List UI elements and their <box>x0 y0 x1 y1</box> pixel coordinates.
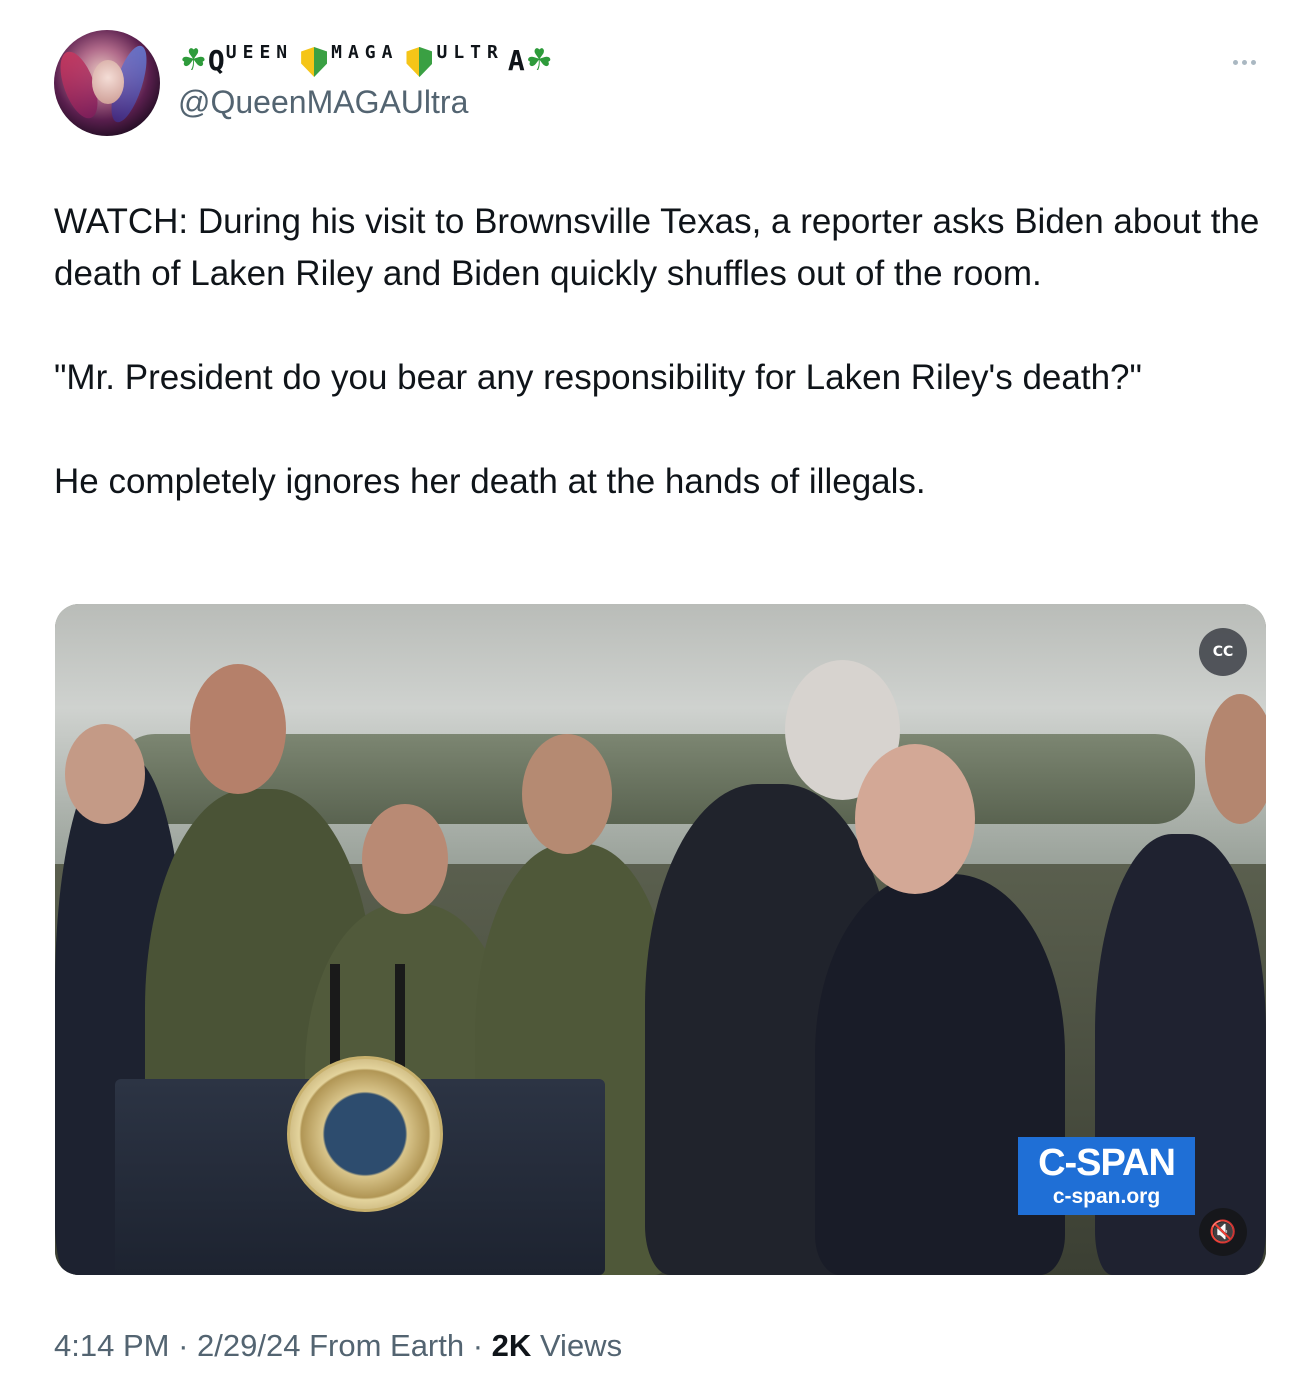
shamrock-icon: ☘ <box>525 42 554 78</box>
closed-captions-off-icon: CC <box>1212 644 1234 660</box>
cspan-url: c-span.org <box>1052 1185 1161 1208</box>
presidential-seal-icon <box>287 1056 443 1212</box>
separator: · <box>472 1328 492 1363</box>
video-frame-person-head <box>522 734 612 854</box>
volume-muted-icon: 🔇 <box>1209 1219 1237 1245</box>
user-handle[interactable]: @QueenMAGAUltra <box>178 84 468 121</box>
video-frame-person-head <box>362 804 448 914</box>
views-label: Views <box>539 1328 623 1363</box>
cspan-watermark: C-SPAN c-span.org <box>1018 1137 1195 1215</box>
tweet-source: From Earth <box>309 1328 465 1363</box>
more-horizontal-icon <box>1250 59 1256 65</box>
video-frame-person-head <box>855 744 975 894</box>
cspan-logo: C-SPAN <box>1038 1142 1176 1184</box>
more-options-button[interactable] <box>1224 50 1264 74</box>
shamrock-icon: ☘ <box>180 42 208 78</box>
video-player[interactable]: C-SPAN c-span.org CC 🔇 <box>55 604 1266 1275</box>
separator: · <box>178 1328 198 1363</box>
video-frame-person-head <box>190 664 286 794</box>
more-horizontal-icon <box>1241 59 1247 65</box>
tweet-date[interactable]: 2/29/24 <box>197 1328 300 1363</box>
display-name-part: A <box>507 43 526 77</box>
display-name-part: ULTR <box>436 41 504 63</box>
tweet-time[interactable]: 4:14 PM <box>54 1328 169 1363</box>
display-name-part: Q <box>207 43 226 77</box>
display-name-part: MAGA <box>331 41 399 63</box>
tweet-text: WATCH: During his visit to Brownsville T… <box>54 196 1274 508</box>
more-horizontal-icon <box>1232 59 1238 65</box>
beginner-shield-icon <box>301 47 328 77</box>
mute-button[interactable]: 🔇 <box>1199 1208 1247 1256</box>
beginner-shield-icon <box>406 47 433 77</box>
tweet-meta: 4:14 PM · 2/29/24 From Earth · 2K Views <box>54 1328 622 1364</box>
tweet-paragraph: "Mr. President do you bear any responsib… <box>54 358 1142 397</box>
video-frame-person-head <box>65 724 145 824</box>
closed-captions-button[interactable]: CC <box>1199 628 1247 676</box>
avatar-portrait-icon <box>92 60 124 104</box>
views-count: 2K <box>491 1328 532 1363</box>
tweet-paragraph: He completely ignores her death at the h… <box>54 462 926 501</box>
display-name-part: UEEN <box>225 41 294 63</box>
tweet-paragraph: WATCH: During his visit to Brownsville T… <box>54 202 1260 293</box>
display-name[interactable]: ☘ Q UEEN MAGA ULTR A ☘ <box>180 40 554 80</box>
video-frame-person-head <box>1205 694 1266 824</box>
avatar[interactable] <box>54 30 160 136</box>
